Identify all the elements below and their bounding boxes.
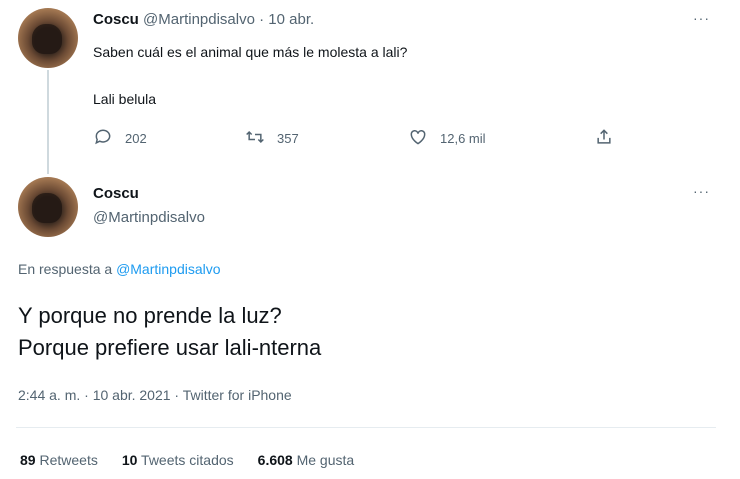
more-options-icon[interactable]: ··· xyxy=(693,10,710,26)
more-options-icon[interactable]: ··· xyxy=(693,183,710,199)
share-button[interactable] xyxy=(594,127,614,150)
main-tweet-text-line2: Porque prefiere usar lali-nterna xyxy=(18,335,322,360)
main-tweet-text: Y porque no prende la luz? Porque prefie… xyxy=(18,300,321,364)
reply-prefix: En respuesta a xyxy=(18,261,113,277)
reply-count: 202 xyxy=(125,131,147,146)
like-button[interactable]: 12,6 mil xyxy=(408,127,486,150)
retweets-stat-count: 89 xyxy=(20,452,36,468)
like-icon xyxy=(408,127,428,150)
share-icon xyxy=(594,127,614,150)
retweet-icon xyxy=(245,127,265,150)
avatar[interactable] xyxy=(18,8,78,68)
reply-context: En respuesta a @Martinpdisalvo xyxy=(18,261,221,277)
reply-button[interactable]: 202 xyxy=(93,127,147,150)
tweet-header: Coscu @Martinpdisalvo · 10 abr. xyxy=(93,11,314,28)
avatar[interactable] xyxy=(18,177,78,237)
retweet-button[interactable]: 357 xyxy=(245,127,299,150)
quotes-stat-label: Tweets citados xyxy=(141,452,234,468)
likes-stat-label: Me gusta xyxy=(296,452,355,468)
retweet-count: 357 xyxy=(277,131,299,146)
reply-icon xyxy=(93,127,113,150)
likes-stat[interactable]: 6.608 Me gusta xyxy=(258,452,355,468)
quotes-stat[interactable]: 10 Tweets citados xyxy=(122,452,234,468)
tweet-text-line1: Saben cuál es el animal que más le moles… xyxy=(93,44,408,60)
tweet-date[interactable]: 10 abr. xyxy=(268,11,314,28)
quotes-stat-count: 10 xyxy=(121,452,138,468)
handle[interactable]: @Martinpdisalvo xyxy=(93,209,205,226)
tweet-meta[interactable]: 2:44 a. m. · 10 abr. 2021 · Twitter for … xyxy=(18,387,292,403)
main-tweet-text-line1: Y porque no prende la luz? xyxy=(18,303,282,328)
handle[interactable]: @Martinpdisalvo xyxy=(143,11,255,28)
separator: · xyxy=(259,11,265,28)
tweet-stats: 89 Retweets 10 Tweets citados 6.608 Me g… xyxy=(20,452,354,468)
reply-to-link[interactable]: @Martinpdisalvo xyxy=(116,261,220,277)
like-count: 12,6 mil xyxy=(440,131,486,146)
display-name[interactable]: Coscu xyxy=(93,185,139,202)
divider xyxy=(16,427,716,428)
retweets-stat[interactable]: 89 Retweets xyxy=(20,452,98,468)
thread-line xyxy=(47,70,49,174)
retweets-stat-label: Retweets xyxy=(39,452,98,468)
display-name[interactable]: Coscu xyxy=(93,11,139,28)
tweet-text-line2: Lali belula xyxy=(93,91,157,107)
likes-stat-count: 6.608 xyxy=(257,452,293,468)
